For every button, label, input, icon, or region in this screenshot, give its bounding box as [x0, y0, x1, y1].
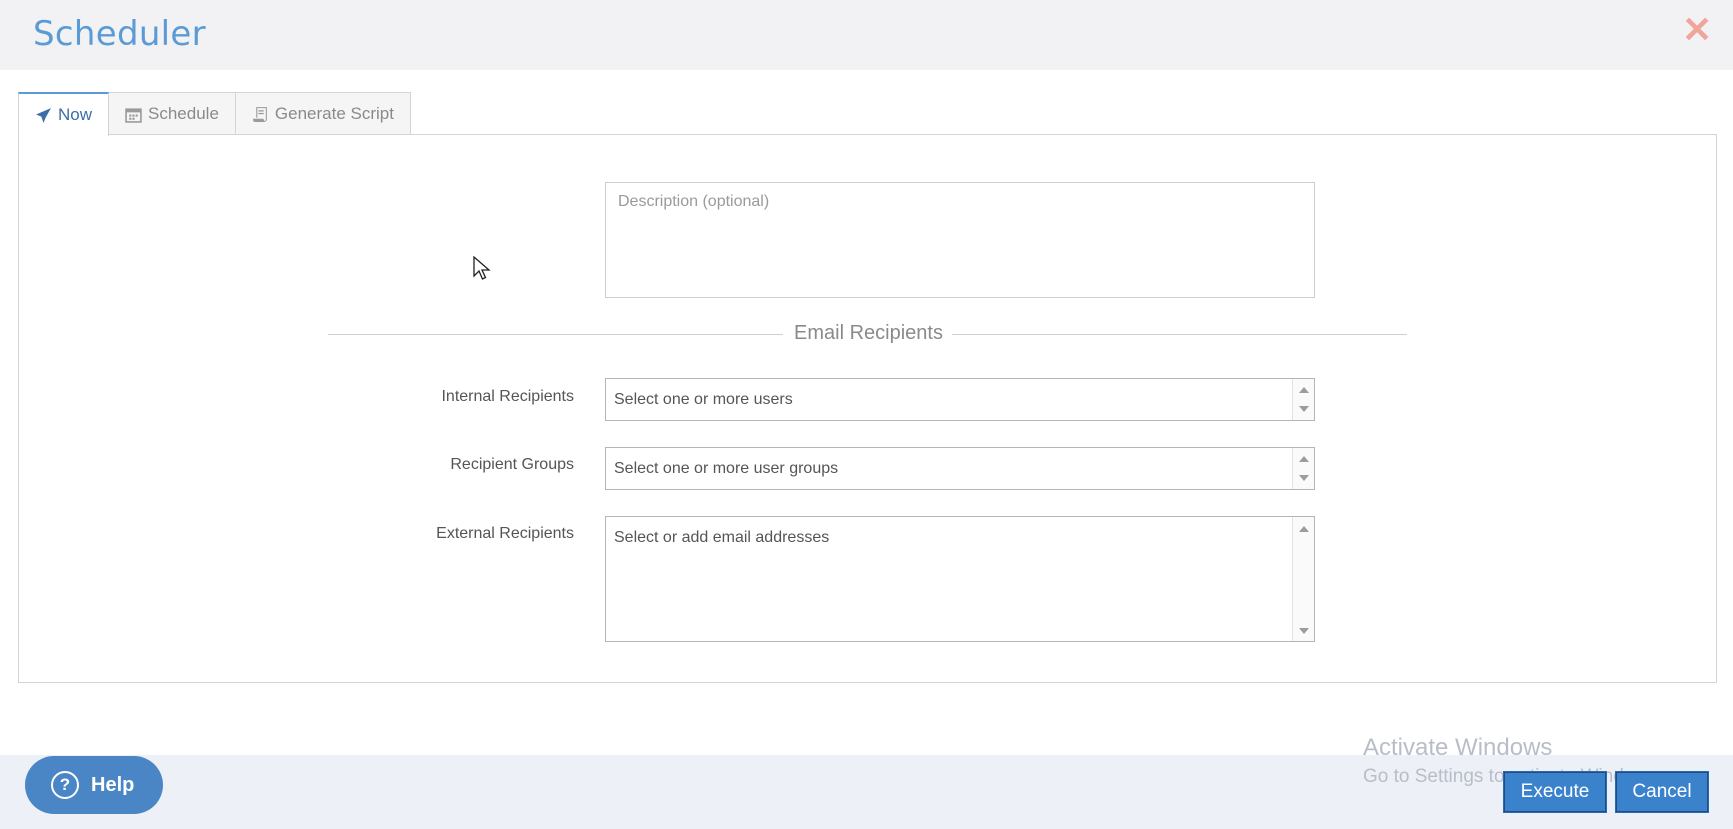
- tab-schedule-label: Schedule: [148, 104, 219, 123]
- internal-recipients-placeholder: Select one or more users: [614, 391, 793, 408]
- tab-now-label: Now: [58, 105, 93, 124]
- description-placeholder: Description (optional): [618, 193, 770, 210]
- tab-generate-script-label: Generate Script: [274, 104, 394, 123]
- dialog-title: Scheduler: [33, 14, 206, 54]
- calendar-icon: [125, 107, 142, 123]
- scroll-down-icon[interactable]: [1299, 628, 1309, 634]
- section-title-email-recipients: Email Recipients: [790, 322, 947, 345]
- description-input[interactable]: Description (optional): [605, 182, 1315, 298]
- section-divider-right: [952, 334, 1407, 335]
- tab-bar: Now Schedule Generate Script: [18, 92, 411, 136]
- recipient-groups-scrollbar[interactable]: [1292, 448, 1314, 489]
- section-divider-left: [328, 334, 783, 335]
- recipient-groups-placeholder: Select one or more user groups: [614, 460, 839, 477]
- dialog-header: Scheduler ✕: [0, 0, 1733, 70]
- internal-recipients-scrollbar[interactable]: [1292, 379, 1314, 420]
- internal-recipients-label: Internal Recipients: [441, 388, 574, 405]
- help-button[interactable]: ? Help: [25, 756, 163, 814]
- watermark-line1: Activate Windows: [1363, 734, 1553, 761]
- question-circle-icon: ?: [51, 771, 79, 799]
- tab-schedule[interactable]: Schedule: [108, 92, 236, 135]
- external-recipients-placeholder: Select or add email addresses: [614, 529, 830, 546]
- script-icon: [252, 106, 267, 122]
- scroll-up-icon[interactable]: [1299, 456, 1309, 462]
- paper-plane-icon: [36, 107, 51, 123]
- execute-button[interactable]: Execute: [1503, 771, 1607, 813]
- recipient-groups-select[interactable]: Select one or more user groups: [605, 447, 1315, 490]
- close-icon[interactable]: ✕: [1682, 12, 1712, 48]
- tab-generate-script[interactable]: Generate Script: [234, 92, 411, 135]
- scheduler-dialog: Scheduler ✕ Now Schedule Generate Script…: [0, 0, 1733, 829]
- external-recipients-label: External Recipients: [436, 525, 574, 542]
- cancel-button[interactable]: Cancel: [1615, 771, 1709, 813]
- help-label: Help: [91, 773, 135, 796]
- tab-now[interactable]: Now: [18, 92, 110, 136]
- internal-recipients-select[interactable]: Select one or more users: [605, 378, 1315, 421]
- external-recipients-select[interactable]: Select or add email addresses: [605, 516, 1315, 642]
- scroll-up-icon[interactable]: [1299, 526, 1309, 532]
- external-recipients-scrollbar[interactable]: [1292, 517, 1314, 641]
- scroll-down-icon[interactable]: [1299, 406, 1309, 412]
- recipient-groups-label: Recipient Groups: [450, 456, 574, 473]
- scroll-up-icon[interactable]: [1299, 387, 1309, 393]
- scroll-down-icon[interactable]: [1299, 475, 1309, 481]
- mouse-cursor-icon: [473, 256, 491, 280]
